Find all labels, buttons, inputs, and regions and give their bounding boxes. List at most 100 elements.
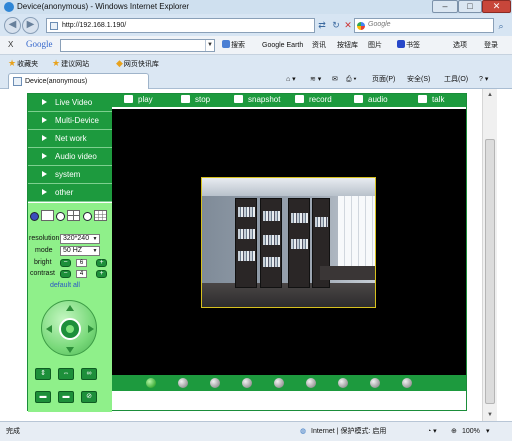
print-icon[interactable]: ⎙ ▾ [346,74,357,86]
scroll-down-icon[interactable]: ▼ [483,409,497,421]
flip-horizontal-icon[interactable]: ⇔ [58,368,74,380]
tab-title: Device(anonymous) [25,78,88,85]
cmd-safety[interactable]: 安全(S) [407,74,430,86]
gtool-search[interactable]: 搜索 [222,38,245,53]
gtool-news[interactable]: 资讯 [312,38,326,53]
mail-icon[interactable]: ✉ [332,74,338,86]
default-all-link[interactable]: default all [50,281,80,291]
cmd-tools[interactable]: 工具(O) [444,74,468,86]
pan-left-icon[interactable] [46,325,52,333]
gtool-options[interactable]: 选项 [453,38,467,53]
layout-single-icon[interactable] [41,210,54,221]
google-search-input[interactable]: ▼ [60,39,215,52]
contrast-plus-button[interactable]: + [96,270,107,278]
scene-bookshelf [235,198,257,288]
menu-live-video[interactable]: Live Video [28,94,112,112]
pan-up-icon[interactable] [66,305,74,311]
help-icon[interactable]: ? ▾ [479,74,488,86]
address-url[interactable]: http://192.168.1.190/ [62,21,126,31]
gtool-buttons[interactable]: 按钮库 [337,38,358,53]
menu-system[interactable]: system [28,166,112,184]
bright-minus-button[interactable]: − [60,259,71,267]
flip-vertical-icon[interactable]: ⇕ [35,368,51,380]
preset-icon[interactable]: ▬ [35,391,51,403]
channel-5-indicator[interactable] [274,378,284,388]
channel-9-indicator[interactable] [402,378,412,388]
mode-select[interactable]: 50 HZ ▼ [60,246,100,256]
menu-audio-video[interactable]: Audio video [28,148,112,166]
patrol-icon[interactable]: ∞ [81,368,97,380]
forward-icon[interactable]: ▶ [22,17,39,34]
channel-7-indicator[interactable] [338,378,348,388]
page-icon [50,22,58,30]
chevron-down-icon[interactable]: ▼ [205,40,214,51]
gtool-google-earth[interactable]: Google Earth [262,38,303,53]
layout-radio-icon[interactable] [56,212,65,221]
video-toolbar: play stop snapshot record audio talk [112,94,466,107]
channel-4-indicator[interactable] [242,378,252,388]
channel-8-indicator[interactable] [370,378,380,388]
audio-button[interactable]: audio [354,94,388,107]
resolution-value: 320*240 [63,235,90,242]
record-icon [295,95,304,103]
layout-quad-icon[interactable] [67,210,80,221]
stop-icon[interactable]: ✕ [341,18,355,33]
link-icon[interactable]: ⊘ [81,391,97,403]
feeds-icon[interactable]: ≋ ▾ [310,74,321,86]
pan-down-icon[interactable] [66,347,74,353]
layout-dot-icon[interactable] [30,212,39,221]
menu-network[interactable]: Net work [28,130,112,148]
video-area[interactable] [112,109,466,375]
cmd-page[interactable]: 页面(P) [372,74,395,86]
tab-device[interactable]: Device(anonymous) [8,73,149,89]
menu-other[interactable]: other [28,184,112,202]
back-icon[interactable]: ◀ [4,17,21,34]
favorites-button[interactable]: ★收藏夹 [8,57,38,69]
record-label: record [309,95,332,104]
vertical-scrollbar[interactable]: ▲ ▼ [482,89,497,421]
stop-button[interactable]: stop [181,94,210,107]
talk-button[interactable]: talk [418,94,444,107]
gtool-signin[interactable]: 登录 [484,38,498,53]
channel-1-indicator[interactable] [146,378,156,388]
scene-ceiling [202,178,375,196]
search-box[interactable]: Google ⌕ [354,18,504,33]
zoom-dropdown-icon[interactable]: ▾ [486,427,490,437]
maximize-button[interactable]: □ [458,0,482,13]
protected-mode-icon[interactable]: ◔ ▾ [427,427,437,437]
compat-icon[interactable]: ⇄ [315,18,329,33]
pan-right-icon[interactable] [88,325,94,333]
close-toolbar-icon[interactable]: X [8,40,13,49]
layout-radio-icon[interactable] [83,212,92,221]
record-button[interactable]: record [295,94,332,107]
layout-nine-icon[interactable] [94,210,107,221]
camera-sidebar: Live Video Multi-Device Net work Audio v… [28,94,112,412]
snapshot-button[interactable]: snapshot [234,94,280,107]
fav-web-slice[interactable]: ◆网页快讯库 [116,57,159,69]
search-icon[interactable]: ⌕ [495,19,507,33]
channel-3-indicator[interactable] [210,378,220,388]
channel-2-indicator[interactable] [178,378,188,388]
home-icon[interactable]: ⌂ ▾ [286,74,296,86]
stop-patrol-icon[interactable]: ▬ [58,391,74,403]
fav-suggested-sites[interactable]: ★建议网站 [52,57,89,69]
contrast-minus-button[interactable]: − [60,270,71,278]
play-button[interactable]: play [124,94,153,107]
address-bar[interactable]: http://192.168.1.190/ [46,18,315,33]
gtool-bookmarks[interactable]: 书签 [397,38,420,53]
bright-label: bright [34,259,52,266]
bright-plus-button[interactable]: + [96,259,107,267]
close-button[interactable]: ✕ [482,0,511,13]
ptz-direction-pad[interactable] [41,300,97,356]
scroll-up-icon[interactable]: ▲ [483,89,497,101]
gtool-images[interactable]: 图片 [368,38,382,53]
zoom-level[interactable]: 100% [462,427,480,437]
scroll-thumb[interactable] [485,139,495,404]
channel-6-indicator[interactable] [306,378,316,388]
menu-multi-device[interactable]: Multi-Device [28,112,112,130]
ptz-center-button[interactable] [59,318,81,340]
menu-label: Net work [55,134,87,143]
resolution-select[interactable]: 320*240 ▼ [60,234,100,244]
zoom-icon[interactable]: ⊕ [451,427,457,437]
minimize-button[interactable]: – [432,0,458,13]
